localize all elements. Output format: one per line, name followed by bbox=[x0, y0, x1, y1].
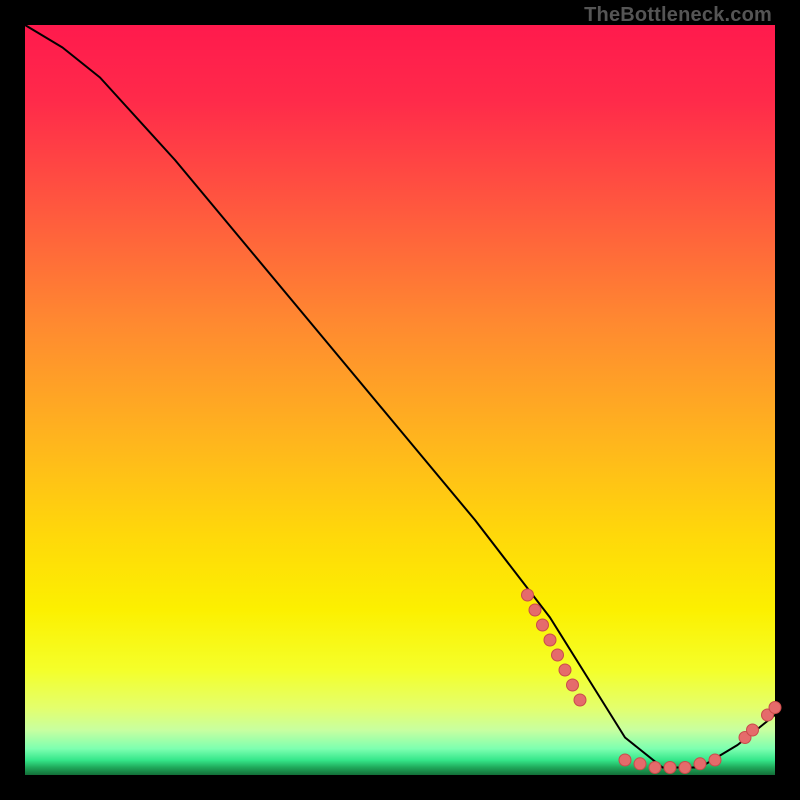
data-marker bbox=[649, 762, 661, 774]
watermark-label: TheBottleneck.com bbox=[584, 4, 772, 27]
data-marker bbox=[664, 762, 676, 774]
data-marker bbox=[529, 604, 541, 616]
data-marker bbox=[709, 754, 721, 766]
data-marker bbox=[747, 724, 759, 736]
bottleneck-curve bbox=[25, 25, 775, 768]
data-marker bbox=[559, 664, 571, 676]
data-marker bbox=[537, 619, 549, 631]
data-marker bbox=[694, 758, 706, 770]
marker-group bbox=[522, 589, 782, 774]
data-marker bbox=[567, 679, 579, 691]
data-marker bbox=[769, 702, 781, 714]
data-marker bbox=[552, 649, 564, 661]
chart-overlay bbox=[25, 25, 775, 775]
data-marker bbox=[619, 754, 631, 766]
chart-frame: TheBottleneck.com bbox=[0, 0, 800, 800]
data-marker bbox=[679, 762, 691, 774]
data-marker bbox=[544, 634, 556, 646]
data-marker bbox=[634, 758, 646, 770]
data-marker bbox=[574, 694, 586, 706]
plot-area bbox=[25, 25, 775, 775]
data-marker bbox=[522, 589, 534, 601]
